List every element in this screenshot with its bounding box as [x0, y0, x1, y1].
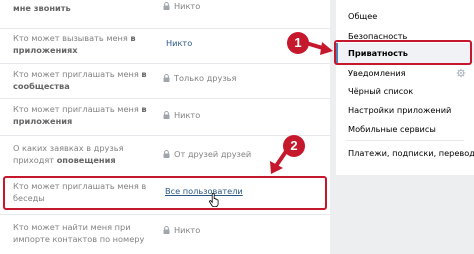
menu-divider — [346, 140, 464, 141]
annotation-highlight-menu — [334, 40, 472, 65]
lock-icon — [163, 149, 170, 158]
setting-label: Кто может вызывать меня в приложениях — [13, 33, 136, 55]
setting-label: Кто может приглашать меня в приложения — [13, 104, 147, 126]
menu-item-mobile-services[interactable]: Мобильные сервисы — [336, 119, 474, 139]
setting-value[interactable]: Никто — [163, 0, 200, 12]
settings-row-friend-request-notifications: О каких заявках в друзья приходят оповещ… — [0, 135, 330, 171]
setting-value[interactable]: Никто — [166, 37, 192, 49]
settings-row-app-invites: Кто может приглашать меня в приложения Н… — [0, 98, 330, 130]
setting-label: Кто может приглашать меня в сообщества — [13, 69, 147, 91]
settings-row-community-invites: Кто может приглашать меня в сообщества Т… — [0, 63, 330, 95]
annotation-badge-1: 1 — [287, 32, 309, 54]
lock-icon — [163, 73, 170, 82]
privacy-settings-panel: мне звонить Никто Кто может вызывать мен… — [0, 0, 330, 254]
menu-item-payments[interactable]: Платежи, подписки, переводы — [336, 143, 474, 163]
lock-icon — [163, 225, 170, 234]
settings-row-contact-import: Кто может найти меня при импорте контакт… — [0, 214, 330, 254]
settings-menu: Общее Безопасность Приватность Уведомлен… — [336, 0, 474, 175]
setting-label: О каких заявках в друзья приходят оповещ… — [13, 143, 124, 165]
gear-icon[interactable] — [456, 68, 466, 78]
menu-item-general[interactable]: Общее — [336, 6, 474, 26]
menu-item-app-settings[interactable]: Настройки приложений — [336, 100, 474, 120]
setting-value[interactable]: Только друзья — [163, 72, 236, 84]
lock-icon — [163, 110, 170, 119]
setting-value[interactable]: Никто — [163, 224, 200, 236]
setting-value[interactable]: Никто — [163, 109, 200, 121]
setting-value[interactable]: От друзей друзей — [163, 148, 251, 160]
settings-row-apps-calls: Кто может вызывать меня в приложениях Ни… — [0, 28, 330, 60]
menu-item-notifications[interactable]: Уведомления — [336, 63, 474, 83]
setting-label: Кто может найти меня при импорте контакт… — [13, 222, 145, 244]
lock-icon — [163, 1, 170, 10]
annotation-badge-2: 2 — [283, 135, 305, 157]
annotation-highlight-row — [3, 176, 327, 210]
setting-label: мне звонить — [13, 3, 71, 13]
menu-item-blacklist[interactable]: Чёрный список — [336, 81, 474, 101]
settings-row-calls: мне звонить Никто — [0, 0, 330, 28]
